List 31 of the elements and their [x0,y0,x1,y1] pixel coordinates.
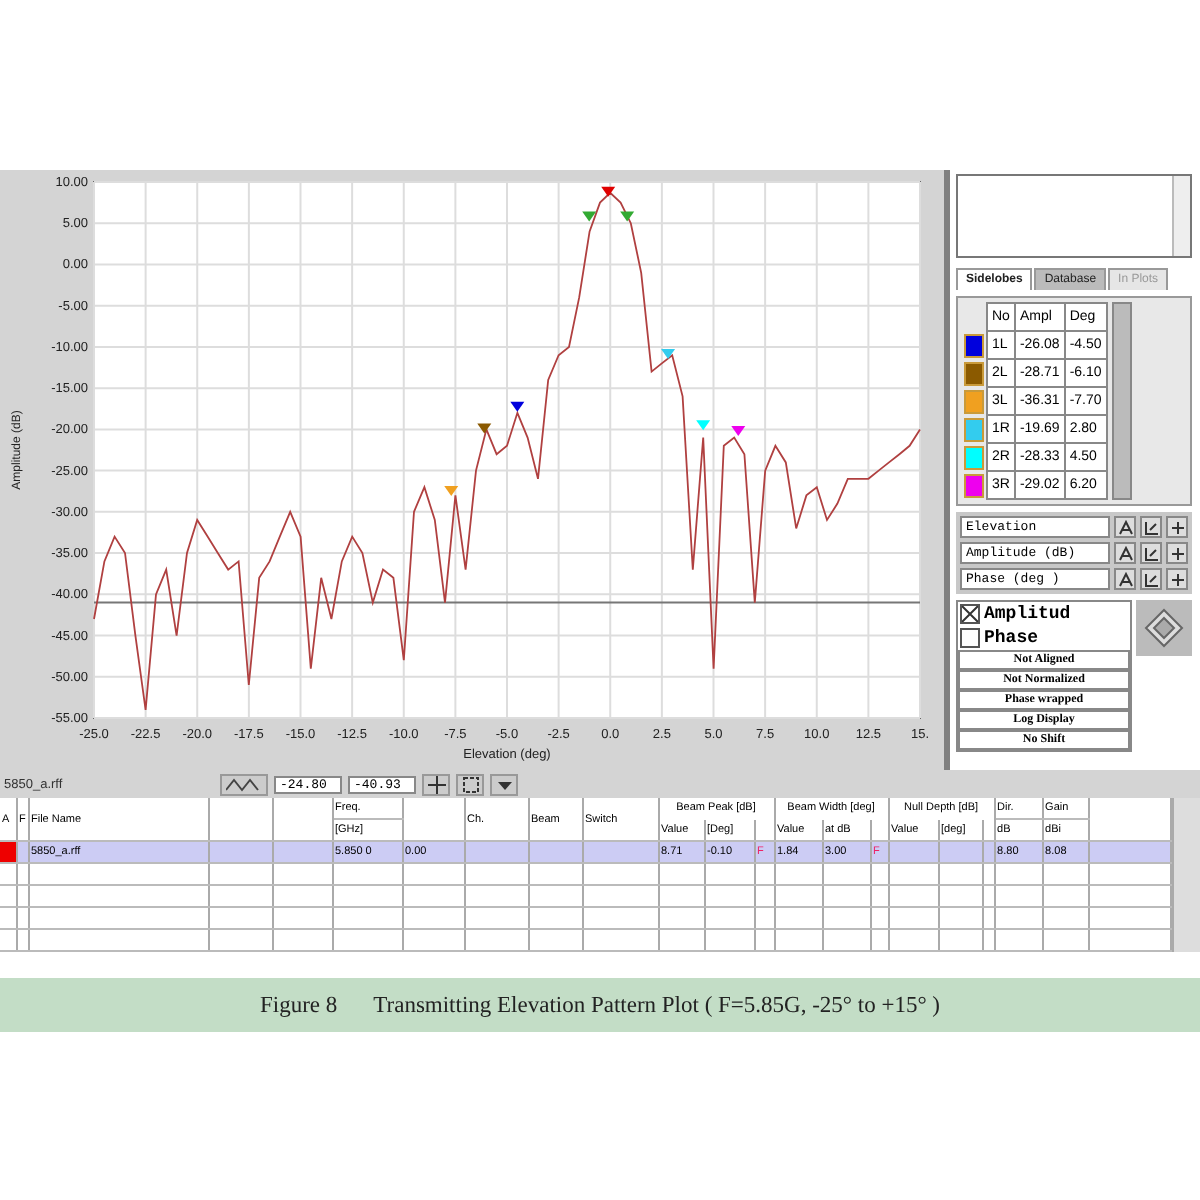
pan-icon[interactable] [1136,600,1192,656]
crosshair-icon[interactable] [422,773,450,795]
peak-marker [510,401,525,412]
peak-marker [601,186,616,197]
dropdown-icon[interactable] [490,773,518,795]
step-icon[interactable] [1166,516,1188,538]
notes-field[interactable] [956,174,1192,258]
peak-marker [696,420,711,431]
step-icon[interactable] [1166,568,1188,590]
figure-label: Figure 8 [259,993,338,1017]
zoom-box-icon[interactable] [456,773,484,795]
scale-icon[interactable] [1114,516,1136,538]
figure-caption: Transmitting Elevation Pattern Plot ( F=5.85G, -25° to +15° ) [373,993,941,1017]
scrollbar[interactable] [1172,176,1190,256]
peak-marker [477,423,492,434]
peak-marker [582,211,597,222]
wave-icon[interactable] [220,773,268,795]
peak-marker [731,425,746,436]
scale-icon[interactable] [1114,542,1136,564]
step-icon[interactable] [1166,542,1188,564]
checkbox-box[interactable] [960,628,980,648]
scrollbar[interactable] [1171,798,1200,952]
range-icon[interactable] [1140,516,1162,538]
range-icon[interactable] [1140,568,1162,590]
scale-icon[interactable] [1114,568,1136,590]
peak-marker [661,349,676,359]
checkbox-box[interactable] [960,604,980,624]
scrollbar[interactable] [1111,302,1132,500]
peak-marker [444,486,459,497]
range-icon[interactable] [1140,542,1162,564]
peak-marker [620,211,635,222]
